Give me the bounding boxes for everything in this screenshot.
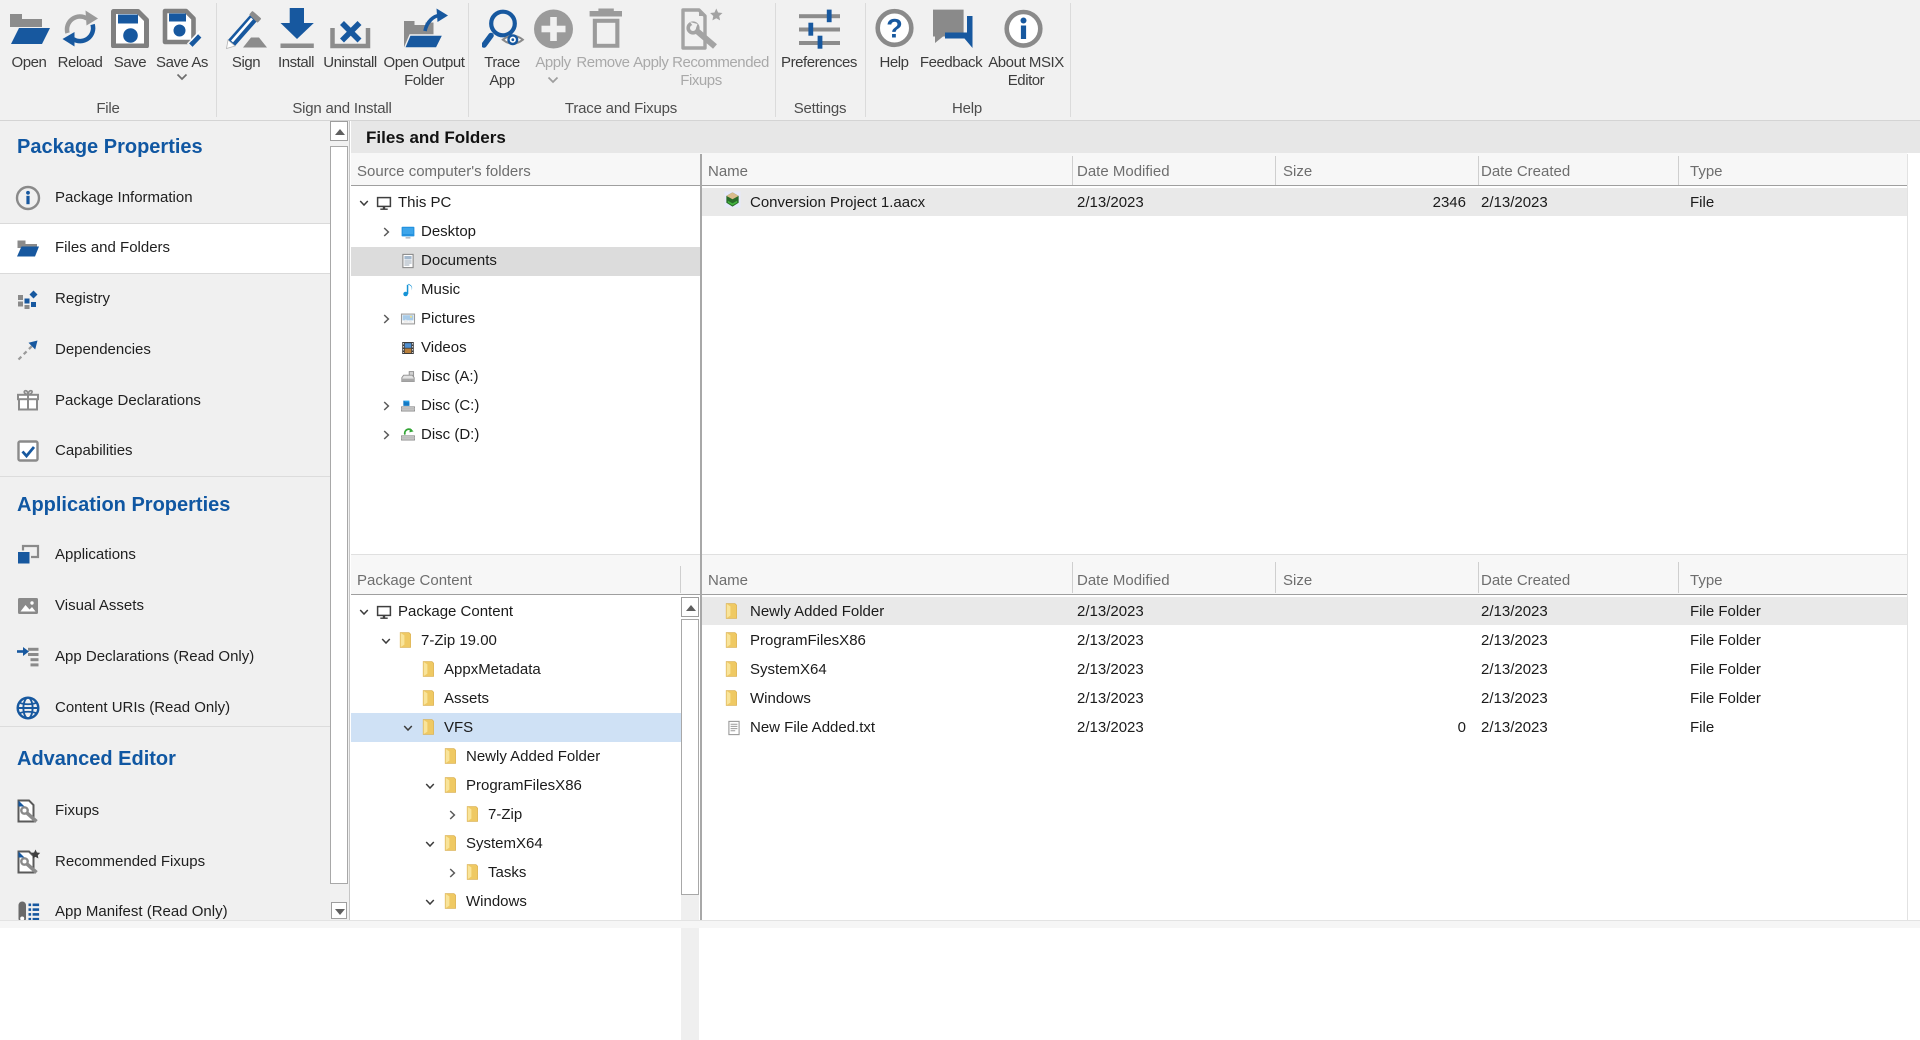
svg-text:?: ? — [886, 14, 903, 44]
